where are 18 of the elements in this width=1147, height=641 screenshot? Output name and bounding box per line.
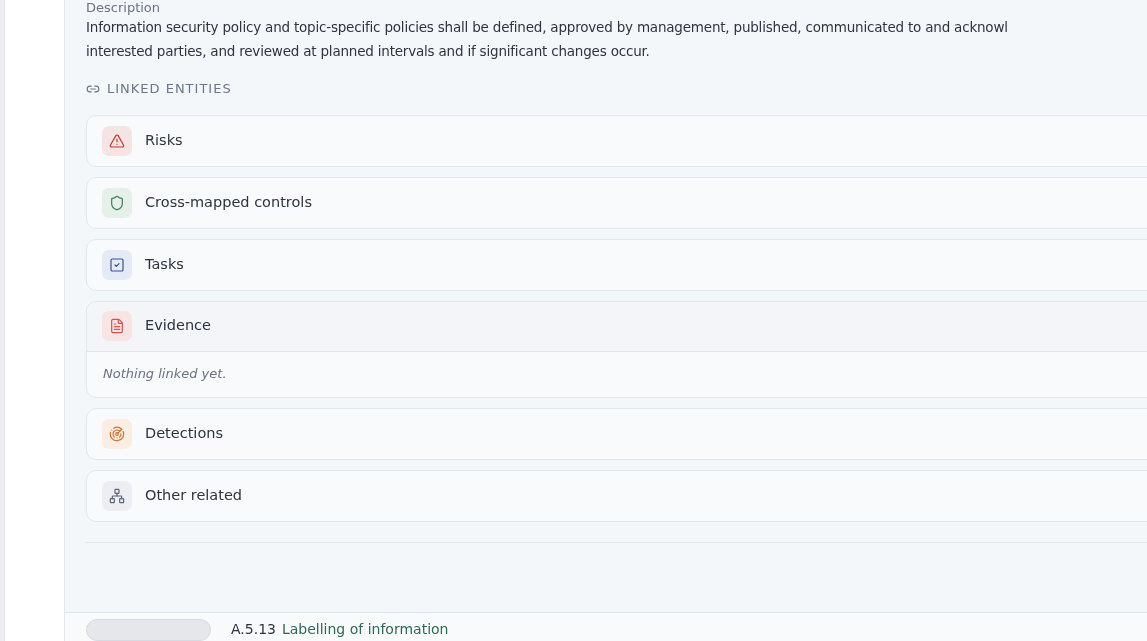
section-heading: LINKED ENTITIES <box>107 80 232 98</box>
hierarchy-icon <box>102 480 132 511</box>
description-text: Information security policy and topic-specific policies shall be defined, approved by management, published, communicated to and acknowl interested parties, and reviewed at planned intervals and if significant changes occur. <box>86 18 1009 61</box>
document-icon <box>102 311 132 341</box>
entity-row[interactable]: Evidence <box>87 301 1147 352</box>
empty-message: Nothing linked yet. <box>103 365 227 384</box>
entity-row[interactable]: Risks <box>87 115 1147 166</box>
entity-row[interactable]: Detections <box>87 408 1147 459</box>
entity-row[interactable]: Tasks <box>87 239 1147 290</box>
radar-icon <box>102 418 132 449</box>
warning-icon <box>102 125 132 156</box>
checkbox-icon <box>102 249 132 280</box>
entity-row[interactable]: Other related <box>87 470 1147 521</box>
shield-icon <box>102 187 132 218</box>
entity-row[interactable]: Cross-mapped controls <box>87 177 1147 228</box>
description-label: Description <box>86 1 162 15</box>
control-code: A.5.13 <box>231 620 276 639</box>
control-title: Labelling of information <box>281 620 449 639</box>
